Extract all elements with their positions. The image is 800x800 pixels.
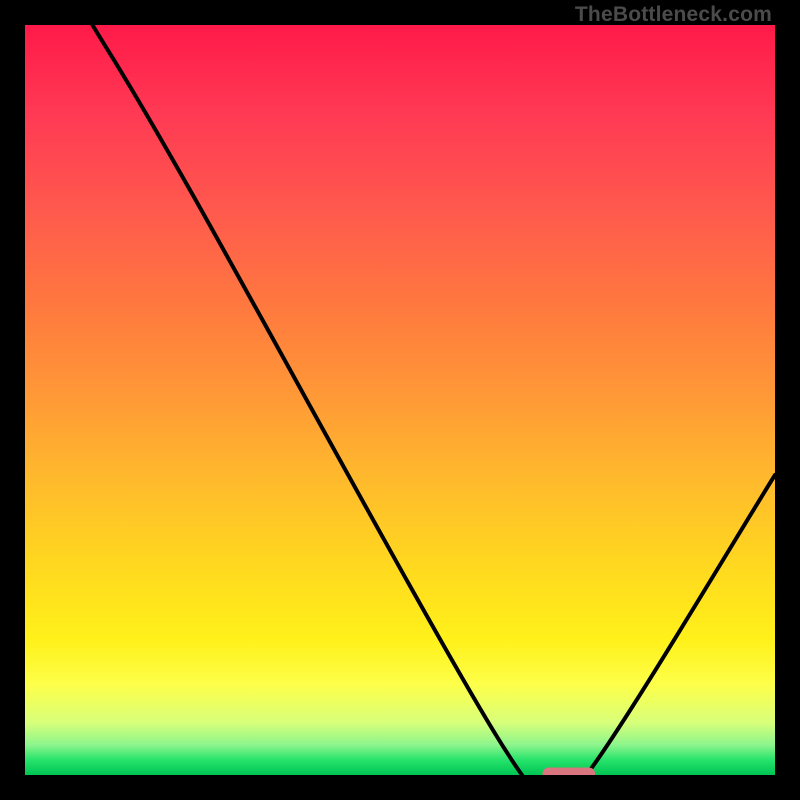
credit-label: TheBottleneck.com [575, 3, 772, 27]
curve-layer [25, 25, 775, 775]
optimal-marker [543, 768, 596, 776]
chart-frame: TheBottleneck.com [0, 0, 800, 800]
plot-area [25, 25, 775, 775]
bottleneck-curve [93, 25, 776, 775]
